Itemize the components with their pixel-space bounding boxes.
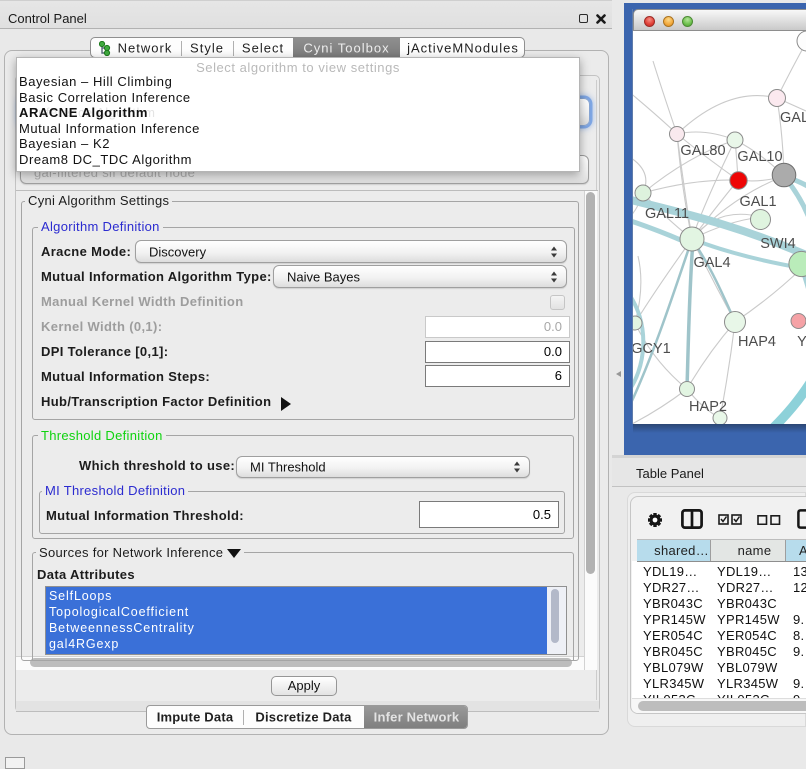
svg-text:GAL11: GAL11 bbox=[645, 206, 689, 222]
svg-text:GAL4: GAL4 bbox=[693, 255, 730, 271]
svg-text:HAP4: HAP4 bbox=[738, 334, 776, 350]
svg-text:GAL1: GAL1 bbox=[739, 194, 776, 210]
svg-text:Y: Y bbox=[797, 334, 806, 350]
svg-text:GCY1: GCY1 bbox=[633, 341, 671, 357]
svg-text:GAL10: GAL10 bbox=[737, 149, 782, 165]
svg-text:SWI4: SWI4 bbox=[760, 236, 795, 252]
svg-text:HAP2: HAP2 bbox=[689, 399, 727, 415]
svg-text:GAL80: GAL80 bbox=[680, 143, 725, 159]
svg-text:GAL: GAL bbox=[780, 110, 806, 126]
